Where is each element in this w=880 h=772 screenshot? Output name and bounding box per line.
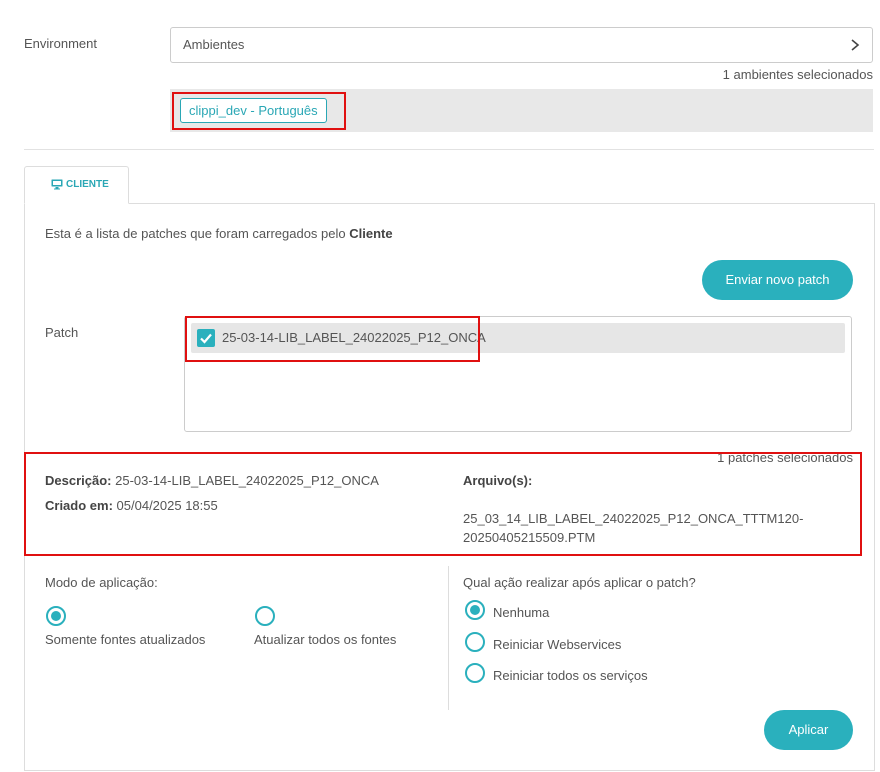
section-divider — [24, 149, 874, 150]
radio-action-restart-webservices[interactable] — [465, 632, 485, 652]
created-label: Criado em: — [45, 498, 113, 513]
tab-cliente-label: CLIENTE — [66, 179, 109, 190]
apply-button[interactable]: Aplicar — [764, 710, 853, 750]
environment-label: Environment — [24, 36, 97, 51]
intro-text-main: Esta é a lista de patches que foram carr… — [45, 226, 350, 241]
files-label: Arquivo(s): — [463, 473, 533, 488]
highlight-box-environment-chip — [172, 92, 346, 130]
description-value: 25-03-14-LIB_LABEL_24022025_P12_ONCA — [115, 473, 379, 488]
radio-action-none-label: Nenhuma — [493, 605, 550, 620]
intro-text-bold: Cliente — [349, 226, 393, 241]
radio-action-restart-webservices-label: Reiniciar Webservices — [493, 637, 622, 652]
radio-mode-updated-only[interactable] — [46, 606, 66, 626]
radio-mode-all-sources-label: Atualizar todos os fontes — [254, 632, 397, 647]
radio-mode-updated-only-label: Somente fontes atualizados — [45, 632, 206, 647]
monitor-icon — [51, 179, 63, 190]
radio-action-restart-all-label: Reiniciar todos os serviços — [493, 668, 648, 683]
description: Descrição: 25-03-14-LIB_LABEL_24022025_P… — [45, 473, 379, 488]
patch-label: Patch — [45, 325, 79, 340]
radio-mode-all-sources[interactable] — [255, 606, 275, 626]
intro-text: Esta é a lista de patches que foram carr… — [45, 226, 393, 241]
highlight-box-patch-item — [185, 316, 480, 362]
vertical-divider — [448, 566, 449, 710]
files-value: 25_03_14_LIB_LABEL_24022025_P12_ONCA_TTT… — [463, 511, 804, 545]
created-at: Criado em: 05/04/2025 18:55 — [45, 498, 218, 513]
radio-action-restart-all[interactable] — [465, 663, 485, 683]
radio-action-none[interactable] — [465, 600, 485, 620]
chevron-right-icon — [851, 39, 860, 51]
send-patch-button[interactable]: Enviar novo patch — [702, 260, 853, 300]
created-value: 05/04/2025 18:55 — [116, 498, 218, 513]
post-action-label: Qual ação realizar após aplicar o patch? — [463, 575, 696, 590]
tab-cliente[interactable]: CLIENTE — [24, 166, 129, 204]
environment-select[interactable]: Ambientes — [170, 27, 873, 63]
description-label: Descrição: — [45, 473, 112, 488]
environment-select-value: Ambientes — [183, 37, 245, 52]
mode-label: Modo de aplicação: — [45, 575, 158, 590]
environment-count: 1 ambientes selecionados — [722, 67, 873, 82]
